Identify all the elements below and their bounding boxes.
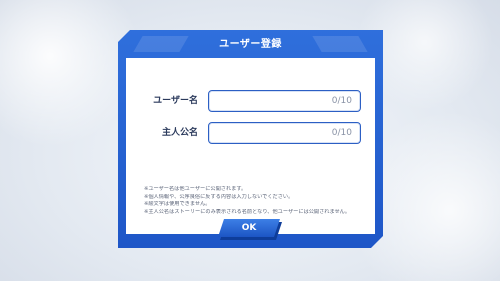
note-item: ※個人情報や、公序良俗に反する内容は入力しないでください。	[144, 193, 294, 200]
user-registration-dialog: ユーザー登録 ユーザー名 0/10 主人公名 0/10 ※ユーザー名は他ユーザー…	[118, 30, 383, 248]
notes: ※ユーザー名は他ユーザーに公開されます。 ※個人情報や、公序良俗に反する内容は入…	[144, 186, 365, 216]
hero-name-input[interactable]: 0/10	[208, 122, 361, 144]
username-input[interactable]: 0/10	[208, 90, 361, 112]
note-item: ※ユーザー名は他ユーザーに公開されます。	[144, 186, 247, 192]
hero-name-row: 主人公名 0/10	[126, 122, 375, 144]
dialog-title: ユーザー登録	[219, 39, 282, 50]
username-counter: 0/10	[331, 96, 352, 106]
ok-button[interactable]: OK	[218, 219, 280, 237]
username-label: ユーザー名	[153, 96, 198, 106]
note-item: ※絵文字は使用できません。	[144, 201, 211, 208]
hero-name-counter: 0/10	[331, 128, 352, 138]
dialog-body: ユーザー名 0/10 主人公名 0/10 ※ユーザー名は他ユーザーに公開されます…	[126, 58, 375, 234]
username-row: ユーザー名 0/10	[126, 90, 375, 112]
note-item: ※主人公名はストーリーにのみ表示される名前となり、他ユーザーには公開されません。	[144, 208, 351, 215]
hero-name-label: 主人公名	[161, 128, 198, 138]
